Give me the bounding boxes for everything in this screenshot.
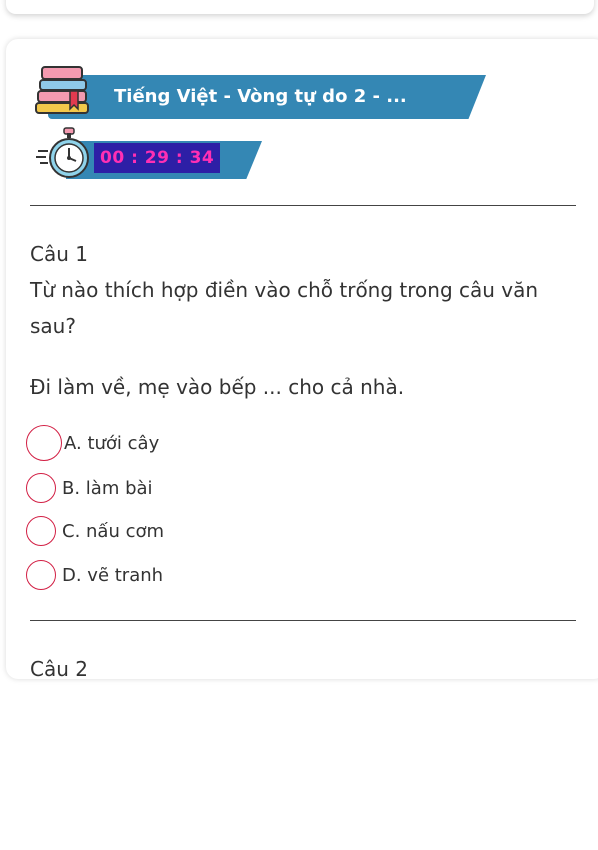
- question-number: Câu 2: [30, 657, 88, 679]
- answer-option-a[interactable]: A. tưới cây: [26, 425, 159, 461]
- countdown-timer: 00 : 29 : 34: [100, 148, 215, 168]
- answer-option-b[interactable]: B. làm bài: [26, 470, 153, 506]
- radio-button[interactable]: [26, 516, 56, 546]
- stopwatch-icon: [36, 127, 89, 178]
- question-number: Câu 1: [30, 242, 88, 266]
- answer-option-c[interactable]: C. nấu cơm: [26, 513, 164, 549]
- question-prompt: Từ nào thích hợp điền vào chỗ trống tron…: [30, 278, 539, 338]
- radio-button[interactable]: [26, 473, 56, 503]
- divider: [30, 620, 576, 621]
- quiz-title: Tiếng Việt - Vòng tự do 2 - ...: [114, 86, 407, 107]
- books-icon: [35, 66, 89, 114]
- radio-button[interactable]: [26, 425, 62, 461]
- previous-card: [6, 0, 594, 14]
- option-label: C. nấu cơm: [62, 520, 165, 542]
- option-label: D. vẽ tranh: [62, 564, 164, 586]
- option-label: A. tưới cây: [64, 432, 160, 454]
- answer-option-d[interactable]: D. vẽ tranh: [26, 557, 163, 593]
- option-label: B. làm bài: [62, 477, 153, 499]
- radio-button[interactable]: [26, 560, 56, 590]
- quiz-card: Tiếng Việt - Vòng tự do 2 - ... 00 : 29 …: [6, 39, 598, 679]
- question-sentence: Đi làm về, mẹ vào bếp ... cho cả nhà.: [30, 375, 405, 399]
- divider: [30, 205, 576, 206]
